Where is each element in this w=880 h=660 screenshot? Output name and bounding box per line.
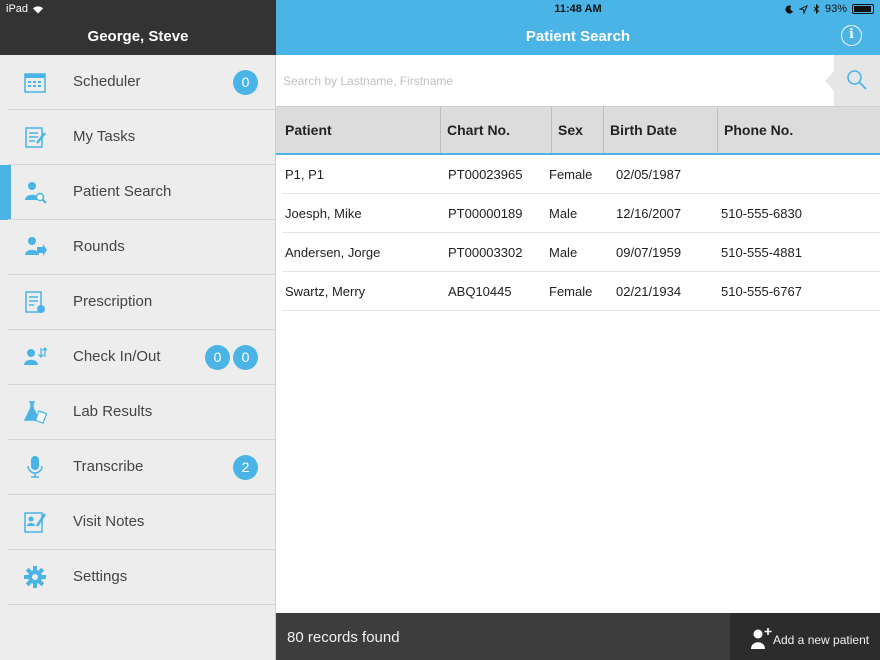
sidebar-item-label: My Tasks	[73, 128, 136, 145]
search-icon	[847, 70, 867, 90]
cell-birth-date: 12/16/2007	[616, 206, 682, 221]
check-out-badge: 0	[233, 345, 258, 370]
add-patient-button[interactable]: Add a new patient	[730, 613, 880, 660]
sidebar-item-label: Prescription	[73, 293, 153, 310]
info-button[interactable]: i	[841, 25, 862, 46]
cell-birth-date: 02/05/1987	[616, 167, 682, 182]
gear-icon	[24, 566, 46, 588]
lab-flask-icon	[23, 401, 47, 424]
scheduler-badge: 0	[233, 70, 258, 95]
sidebar-user-name: George, Steve	[0, 18, 276, 55]
cell-patient: Joesph, Mike	[285, 206, 362, 221]
table-row[interactable]: Swartz, Merry ABQ10445 Female 02/21/1934…	[282, 272, 880, 311]
battery-percent: 93%	[824, 3, 847, 15]
add-patient-label: Add a new patient	[773, 633, 870, 647]
cell-birth-date: 09/07/1959	[616, 245, 682, 260]
visit-notes-icon	[24, 512, 47, 533]
cell-chart-no: ABQ10445	[448, 284, 512, 299]
sidebar-item-label: Settings	[73, 568, 128, 585]
table-row[interactable]: Joesph, Mike PT00000189 Male 12/16/2007 …	[282, 194, 880, 233]
sidebar-item-patient-search[interactable]: Patient Search	[0, 165, 275, 220]
transcribe-badge: 2	[233, 455, 258, 480]
cell-patient: P1, P1	[285, 167, 325, 182]
calendar-icon	[24, 73, 46, 93]
cell-phone-no: 510-555-4881	[721, 245, 802, 260]
cell-chart-no: PT00003302	[448, 245, 523, 260]
cell-patient: Swartz, Merry	[285, 284, 366, 299]
status-bar-left: iPad	[0, 0, 276, 18]
search-bar	[276, 55, 880, 107]
sidebar-item-rounds[interactable]: Rounds	[0, 220, 275, 275]
footer-bar: 80 records found Add a new patient	[276, 613, 880, 660]
patient-search-icon	[25, 182, 47, 204]
table-row[interactable]: P1, P1 PT00023965 Female 02/05/1987	[282, 155, 880, 194]
cell-birth-date: 02/21/1934	[616, 284, 682, 299]
location-arrow-icon	[798, 4, 808, 14]
sidebar-item-prescription[interactable]: Prescription	[0, 275, 275, 330]
tasks-icon	[25, 127, 46, 148]
wifi-icon	[33, 5, 44, 13]
sidebar-item-check-in-out[interactable]: Check In/Out 0 0	[0, 330, 275, 385]
page-title: Patient Search	[525, 28, 631, 45]
sidebar-item-label: Visit Notes	[73, 513, 145, 530]
sidebar-item-label: Lab Results	[73, 403, 153, 420]
column-header-phone-no[interactable]: Phone No.	[718, 107, 880, 153]
cell-sex: Female	[549, 284, 593, 299]
battery-icon	[852, 4, 874, 14]
sidebar-item-label: Scheduler	[73, 73, 141, 90]
sidebar-item-transcribe[interactable]: Transcribe 2	[0, 440, 275, 495]
status-bar-right: 11:48 AM 93%	[276, 0, 880, 18]
search-input[interactable]	[276, 55, 836, 106]
cell-sex: Female	[549, 167, 593, 182]
column-header-sex[interactable]: Sex	[552, 107, 604, 153]
table-row[interactable]: Andersen, Jorge PT00003302 Male 09/07/19…	[282, 233, 880, 272]
cell-phone-no: 510-555-6767	[721, 284, 802, 299]
bluetooth-icon	[813, 4, 820, 14]
sidebar: Scheduler 0 My Tasks Patient Search Roun…	[0, 55, 276, 660]
cell-phone-no: 510-555-6830	[721, 206, 802, 221]
table-header: Patient Chart No. Sex Birth Date Phone N…	[276, 107, 880, 155]
sidebar-item-visit-notes[interactable]: Visit Notes	[0, 495, 275, 550]
microphone-icon	[27, 456, 43, 478]
sidebar-item-label: Transcribe	[73, 458, 144, 475]
column-header-patient[interactable]: Patient	[279, 107, 441, 153]
sidebar-item-label: Rounds	[73, 238, 125, 255]
active-indicator	[0, 165, 11, 220]
rounds-icon	[25, 237, 47, 256]
page-title-bar: Patient Search i	[276, 18, 880, 55]
records-count: 80 records found	[287, 629, 400, 646]
cell-sex: Male	[549, 206, 578, 221]
moon-icon	[785, 4, 794, 14]
sidebar-item-lab-results[interactable]: Lab Results	[0, 385, 275, 440]
sidebar-item-scheduler[interactable]: Scheduler 0	[0, 55, 275, 110]
sidebar-item-settings[interactable]: Settings	[0, 550, 275, 605]
cell-patient: Andersen, Jorge	[285, 245, 381, 260]
check-in-badge: 0	[205, 345, 230, 370]
sidebar-item-label: Patient Search	[73, 183, 172, 200]
device-label: iPad	[6, 3, 29, 15]
cell-chart-no: PT00000189	[448, 206, 523, 221]
cell-sex: Male	[549, 245, 578, 260]
check-in-out-icon	[24, 347, 47, 365]
sidebar-item-label: Check In/Out	[73, 348, 161, 365]
column-header-birth-date[interactable]: Birth Date	[604, 107, 718, 153]
cell-chart-no: PT00023965	[448, 167, 523, 182]
add-person-icon	[751, 628, 772, 649]
column-header-chart-no[interactable]: Chart No.	[441, 107, 552, 153]
search-button[interactable]	[825, 55, 880, 106]
prescription-icon	[25, 291, 45, 313]
sidebar-item-my-tasks[interactable]: My Tasks	[0, 110, 275, 165]
